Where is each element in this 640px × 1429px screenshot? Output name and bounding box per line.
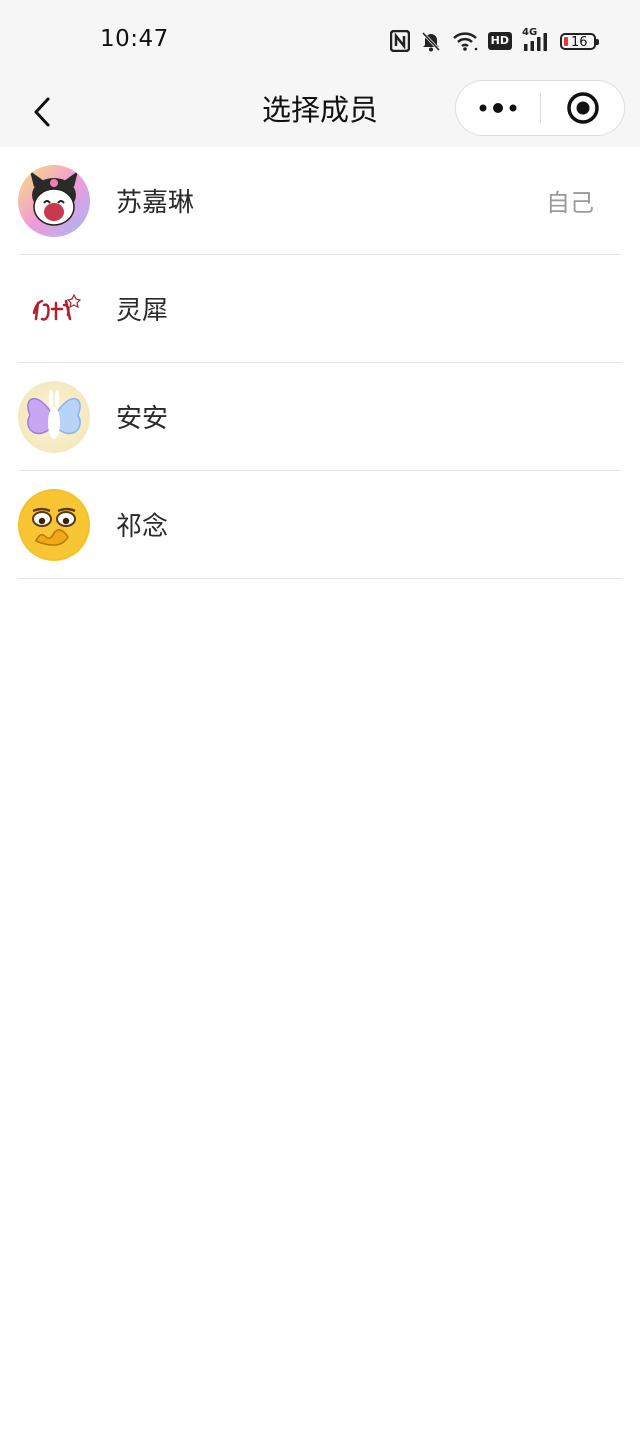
emoji-face-avatar [18, 488, 90, 561]
member-row[interactable]: 祁念 [18, 471, 622, 579]
member-name: 祁念 [116, 512, 169, 542]
more-dots-icon [479, 103, 517, 113]
self-tag: 自己 [546, 189, 594, 217]
nav-bar: 选择成员 [0, 80, 640, 147]
close-mini-program-button[interactable] [541, 81, 625, 135]
member-name: 安安 [116, 404, 169, 434]
status-icons: HD 4G 16 [389, 26, 599, 56]
battery-icon: 16 [560, 32, 599, 50]
butterfly-bunny-avatar [18, 380, 90, 453]
member-list: 苏嘉琳 自己 灵犀 安安 祁念 [0, 147, 640, 579]
nfc-icon [389, 30, 410, 52]
member-row[interactable]: 灵犀 [18, 255, 622, 363]
status-bar: 10:47 HD 4G 16 [0, 0, 640, 80]
4g-signal-icon: 4G [522, 27, 550, 52]
member-row[interactable]: 安安 [18, 363, 622, 471]
hd-icon: HD [487, 32, 512, 50]
member-name: 灵犀 [116, 296, 169, 326]
more-button[interactable] [456, 81, 540, 135]
mute-bell-icon [420, 30, 442, 52]
battery-level: 16 [571, 34, 588, 50]
wifi-icon [452, 31, 478, 51]
member-name: 苏嘉琳 [116, 188, 195, 218]
target-close-icon [567, 92, 599, 124]
status-time: 10:47 [100, 26, 169, 52]
member-row[interactable]: 苏嘉琳 自己 [18, 147, 622, 255]
text-logo-avatar [18, 272, 90, 345]
kuromi-avatar [18, 164, 90, 237]
mini-program-capsule [455, 80, 625, 136]
